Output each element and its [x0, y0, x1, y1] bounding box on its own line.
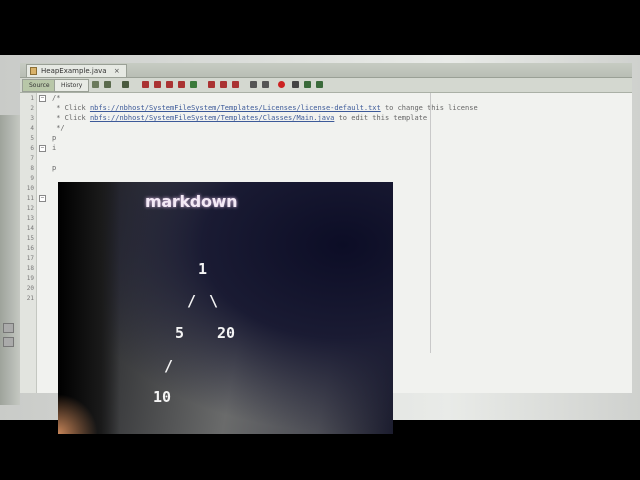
editor-tab-bar: HeapExample.java ×	[20, 63, 632, 78]
line-number: 10	[26, 185, 34, 192]
editor-toolbar: Source History	[20, 78, 632, 93]
line-number: 17	[26, 255, 34, 262]
line-number: 20	[26, 285, 34, 292]
toggle-bookmark-icon[interactable]	[232, 81, 239, 88]
line-number: 9	[30, 175, 34, 182]
markdown-overlay: markdown 1 / \ 5 20 / 10	[58, 182, 393, 434]
line-number: 14	[26, 225, 34, 232]
shift-left-icon[interactable]	[250, 81, 257, 88]
line-number: 12	[26, 205, 34, 212]
java-file-icon	[30, 67, 37, 75]
line-number: 1	[30, 95, 34, 102]
tab-heapexample[interactable]: HeapExample.java ×	[26, 64, 127, 77]
tree-edge-right: \	[209, 292, 219, 310]
tree-edge-left: /	[187, 292, 197, 310]
line-number: 8	[30, 165, 34, 172]
code-line: p	[52, 164, 57, 172]
source-button[interactable]: Source	[22, 79, 57, 92]
code-line: /*	[52, 94, 61, 102]
fold-toggle[interactable]: −	[39, 95, 46, 102]
tab-label: HeapExample.java	[41, 67, 107, 75]
line-number: 15	[26, 235, 34, 242]
code-line: * Click nbfs://nbhost/SystemFileSystem/T…	[52, 104, 478, 112]
forward-icon[interactable]	[122, 81, 129, 88]
fold-toggle[interactable]: −	[39, 195, 46, 202]
line-number: 18	[26, 265, 34, 272]
line-number: 7	[30, 155, 34, 162]
toggle-highlight-icon[interactable]	[178, 81, 185, 88]
close-icon[interactable]: ×	[114, 67, 120, 75]
code-line: */	[52, 124, 65, 132]
line-number: 5	[30, 135, 34, 142]
fold-toggle[interactable]: −	[39, 145, 46, 152]
tree-node-left: 5	[175, 324, 185, 342]
start-macro-icon[interactable]	[278, 81, 285, 88]
find-next-icon[interactable]	[154, 81, 161, 88]
monitor-screen: HeapExample.java × Source History 1 2 3 …	[0, 55, 640, 434]
code-line: p	[52, 134, 57, 142]
line-number-gutter: 1 2 3 4 5 6 7 8 9 10 11 12 13 14 15 16 1…	[20, 93, 37, 393]
back-icon[interactable]	[104, 81, 111, 88]
license-template-link[interactable]: nbfs://nbhost/SystemFileSystem/Templates…	[90, 104, 381, 112]
sidebar-panel-icon[interactable]	[3, 323, 14, 333]
line-number: 11	[26, 195, 34, 202]
line-number: 6	[30, 145, 34, 152]
line-number: 16	[26, 245, 34, 252]
tree-node-right: 20	[217, 324, 236, 342]
prev-bookmark-icon[interactable]	[208, 81, 215, 88]
find-previous-icon[interactable]	[142, 81, 149, 88]
code-line: i	[52, 144, 57, 152]
line-number: 13	[26, 215, 34, 222]
stop-macro-icon[interactable]	[292, 81, 299, 88]
right-margin-guide	[430, 93, 431, 353]
line-number: 3	[30, 115, 34, 122]
sidebar-window-icon[interactable]	[3, 337, 14, 347]
code-line: * Click nbfs://nbhost/SystemFileSystem/T…	[52, 114, 428, 122]
find-selection-icon[interactable]	[166, 81, 173, 88]
uncomment-icon[interactable]	[316, 81, 323, 88]
tree-node-left-left: 10	[153, 388, 172, 406]
line-number: 4	[30, 125, 34, 132]
last-edit-icon[interactable]	[92, 81, 99, 88]
next-bookmark-icon[interactable]	[220, 81, 227, 88]
line-number: 21	[26, 295, 34, 302]
tree-node-root: 1	[198, 260, 208, 278]
overlay-title: markdown	[145, 192, 238, 211]
line-number: 19	[26, 275, 34, 282]
toggle-rectangular-icon[interactable]	[190, 81, 197, 88]
comment-icon[interactable]	[304, 81, 311, 88]
shift-right-icon[interactable]	[262, 81, 269, 88]
history-button[interactable]: History	[54, 79, 90, 92]
left-sidebar	[0, 115, 20, 405]
class-template-link[interactable]: nbfs://nbhost/SystemFileSystem/Templates…	[90, 114, 334, 122]
line-number: 2	[30, 105, 34, 112]
overlay-glow	[58, 394, 98, 434]
tree-edge-left-left: /	[164, 357, 174, 375]
